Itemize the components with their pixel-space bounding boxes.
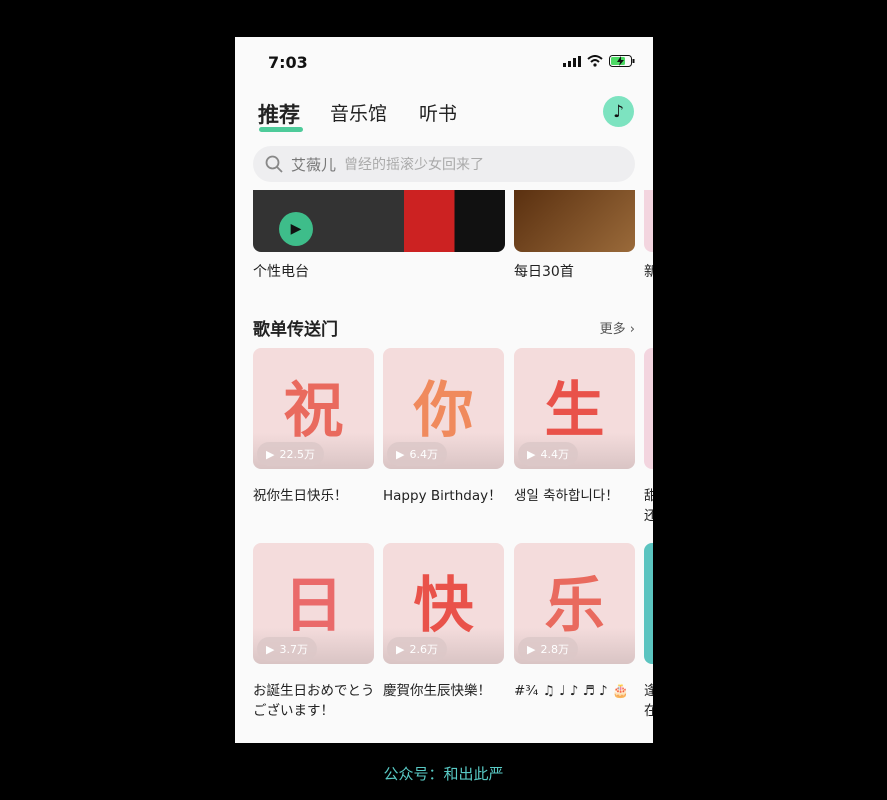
play-count-value: 6.4万	[409, 448, 438, 461]
playlist-title[interactable]: 慶賀你生辰快樂！	[383, 681, 508, 701]
search-icon	[265, 155, 283, 173]
banner-personal-radio[interactable]: ▶	[253, 190, 505, 252]
more-link[interactable]: 更多 ›	[600, 318, 635, 337]
wifi-icon	[587, 55, 603, 67]
playlist-title[interactable]: 祝你生日快乐！	[253, 486, 378, 506]
tab-audiobooks[interactable]: 听书	[419, 99, 457, 126]
playlist-card[interactable]: 乐 ▶ 2.8万	[514, 543, 635, 664]
playlist-title[interactable]: 逢 在	[644, 681, 653, 721]
playlist-cover-glyph: 快	[413, 571, 474, 641]
banner-label: 每日30首	[514, 264, 574, 280]
play-count-value: 3.7万	[279, 643, 308, 656]
playlist-cover-glyph: 生	[544, 376, 605, 446]
playlist-card[interactable]	[644, 348, 653, 469]
playlist-title[interactable]: #¾ ♫ ♩ ♪ ♬ ♪ 🎂	[514, 681, 639, 701]
search-hint-artist: 艾薇儿	[291, 155, 337, 174]
playlist-card[interactable]: 快 ▶ 2.6万	[383, 543, 504, 664]
playlist-cover-glyph: 乐	[544, 571, 605, 641]
play-count-value: 4.4万	[540, 448, 569, 461]
play-count: ▶ 3.7万	[257, 637, 317, 661]
playlist-cover-glyph: 你	[413, 376, 474, 446]
banner-new[interactable]	[644, 190, 653, 252]
more-label: 更多	[599, 322, 626, 337]
play-count-value: 2.6万	[409, 643, 438, 656]
search-hint-text: 曾经的摇滚少女回来了	[344, 157, 485, 173]
play-icon: ▶	[266, 642, 275, 656]
playlist-card[interactable]: 生 ▶ 4.4万	[514, 348, 635, 469]
playlist-cover-glyph: 日	[283, 571, 344, 641]
banner-label: 个性电台	[253, 264, 309, 280]
play-count: ▶ 4.4万	[518, 442, 578, 466]
search-input[interactable]: 艾薇儿 曾经的摇滚少女回来了	[253, 146, 635, 182]
playlist-card[interactable]: 你 ▶ 6.4万	[383, 348, 504, 469]
playlist-title[interactable]: 생일 축하합니다！	[514, 486, 639, 506]
play-icon: ▶	[396, 642, 405, 656]
play-count: ▶ 22.5万	[257, 442, 324, 466]
status-time: 7:03	[268, 53, 308, 72]
tab-recommend[interactable]: 推荐	[258, 99, 300, 129]
section-title: 歌单传送门	[253, 320, 338, 340]
play-icon: ▶	[527, 642, 536, 656]
music-note-icon[interactable]: ♪	[603, 96, 634, 127]
playlist-title[interactable]: Happy Birthday！	[383, 486, 508, 506]
watermark: 公众号：和出此严	[383, 765, 504, 783]
tab-music-hall[interactable]: 音乐馆	[330, 99, 387, 126]
play-count-value: 2.8万	[540, 643, 569, 656]
playlist-title[interactable]: 甜 还	[644, 486, 653, 526]
status-icons	[563, 55, 635, 67]
battery-charging-icon	[609, 55, 635, 67]
banner-label: 新	[644, 264, 653, 280]
phone-screen: 7:03 推荐 音乐馆 听书 ♪ 艾薇儿 曾经的摇滚少女回来了 ▶ 个性电台 每…	[235, 37, 653, 743]
playlist-card[interactable]: 日 ▶ 3.7万	[253, 543, 374, 664]
signal-icon	[563, 55, 581, 67]
play-icon: ▶	[527, 447, 536, 461]
play-count: ▶ 2.8万	[518, 637, 578, 661]
tab-indicator	[259, 127, 303, 132]
playlist-title[interactable]: お誕生日おめでとうございます！	[253, 681, 378, 721]
play-icon[interactable]: ▶	[279, 212, 313, 246]
play-count: ▶ 2.6万	[387, 637, 447, 661]
play-icon: ▶	[396, 447, 405, 461]
play-icon: ▶	[266, 447, 275, 461]
play-count: ▶ 6.4万	[387, 442, 447, 466]
banner-daily-30[interactable]	[514, 190, 635, 252]
playlist-card[interactable]: 祝 ▶ 22.5万	[253, 348, 374, 469]
play-count-value: 22.5万	[279, 448, 315, 461]
playlist-card[interactable]	[644, 543, 653, 664]
playlist-cover-glyph: 祝	[283, 376, 344, 446]
chevron-right-icon: ›	[629, 322, 635, 337]
